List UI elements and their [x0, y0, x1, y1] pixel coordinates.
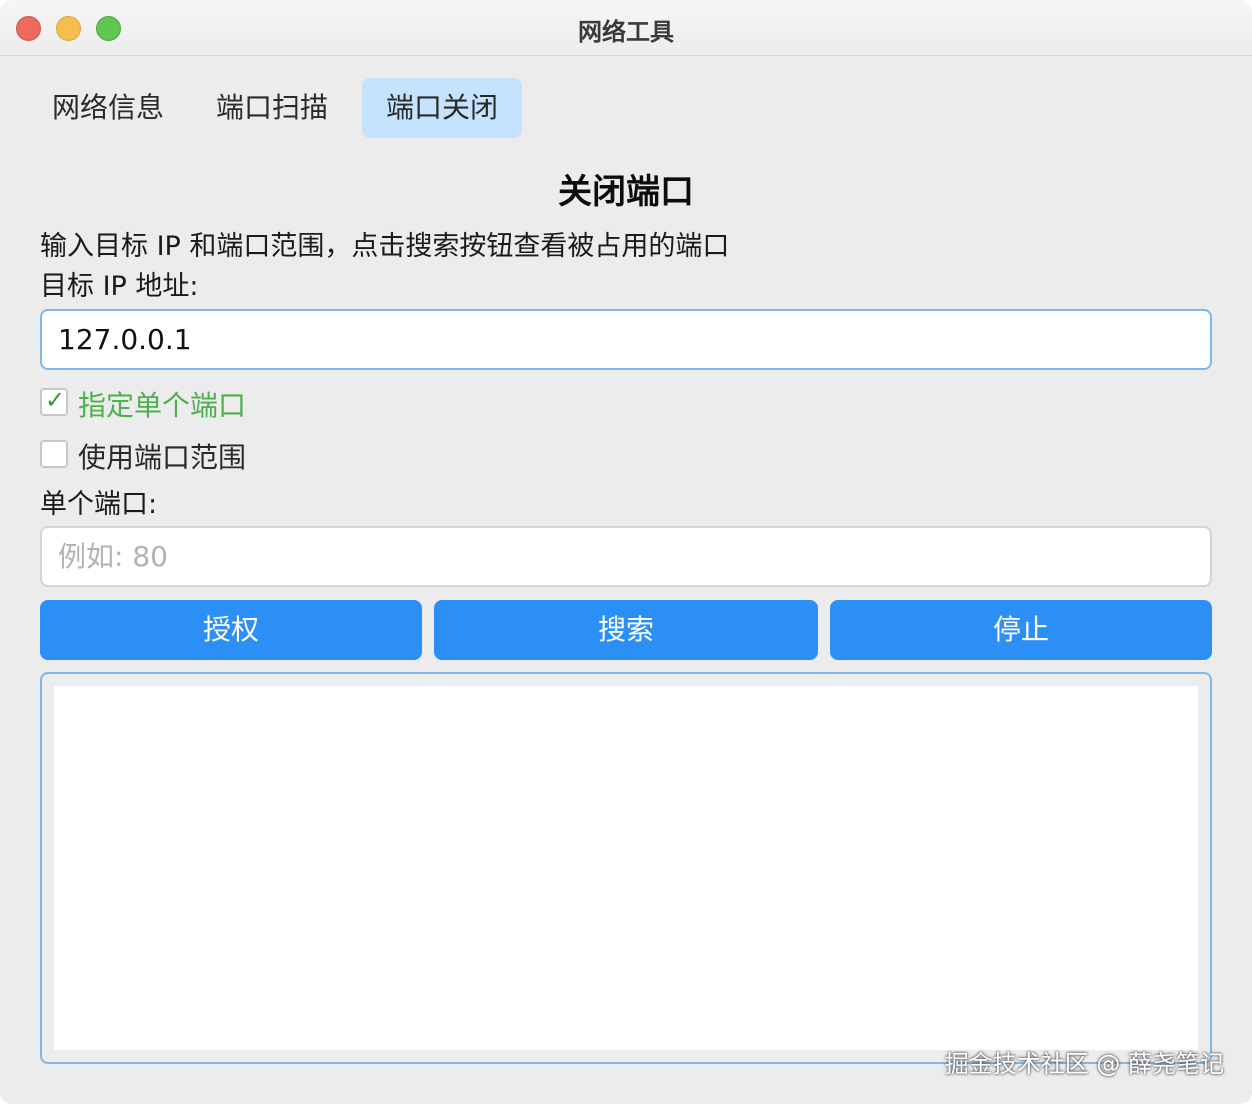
- description-text: 输入目标 IP 和端口范围，点击搜索按钮查看被占用的端口: [40, 231, 730, 262]
- ip-input[interactable]: [40, 309, 1212, 370]
- page-heading: 关闭端口: [558, 172, 694, 212]
- output-text-area[interactable]: [54, 686, 1198, 1050]
- window-title: 网络工具: [578, 18, 674, 46]
- port-label: 单个端口:: [40, 489, 158, 520]
- app-window: 网络工具 网络信息 端口扫描 端口关闭 关闭端口 输入目标 IP 和端口范围，点…: [0, 0, 1252, 1104]
- title-bar: 网络工具: [0, 0, 1252, 56]
- checkmark-icon: ✓: [45, 386, 66, 414]
- tab-port-scan[interactable]: 端口扫描: [192, 78, 352, 138]
- authorize-button[interactable]: 授权: [40, 600, 422, 660]
- single-port-checkbox-label: 指定单个端口: [78, 389, 247, 422]
- single-port-checkbox-box[interactable]: ✓: [40, 386, 68, 416]
- tab-port-close[interactable]: 端口关闭: [362, 78, 522, 138]
- port-range-checkbox-label: 使用端口范围: [78, 441, 247, 474]
- output-panel: [40, 672, 1212, 1064]
- search-button[interactable]: 搜索: [434, 600, 818, 660]
- tab-network-info[interactable]: 网络信息: [28, 78, 188, 138]
- watermark: 掘金技术社区 @ 薛尧笔记: [944, 1050, 1224, 1078]
- port-range-checkbox-box[interactable]: [40, 440, 68, 468]
- port-input[interactable]: [40, 526, 1212, 587]
- stop-button[interactable]: 停止: [830, 600, 1212, 660]
- ip-label: 目标 IP 地址:: [40, 271, 199, 302]
